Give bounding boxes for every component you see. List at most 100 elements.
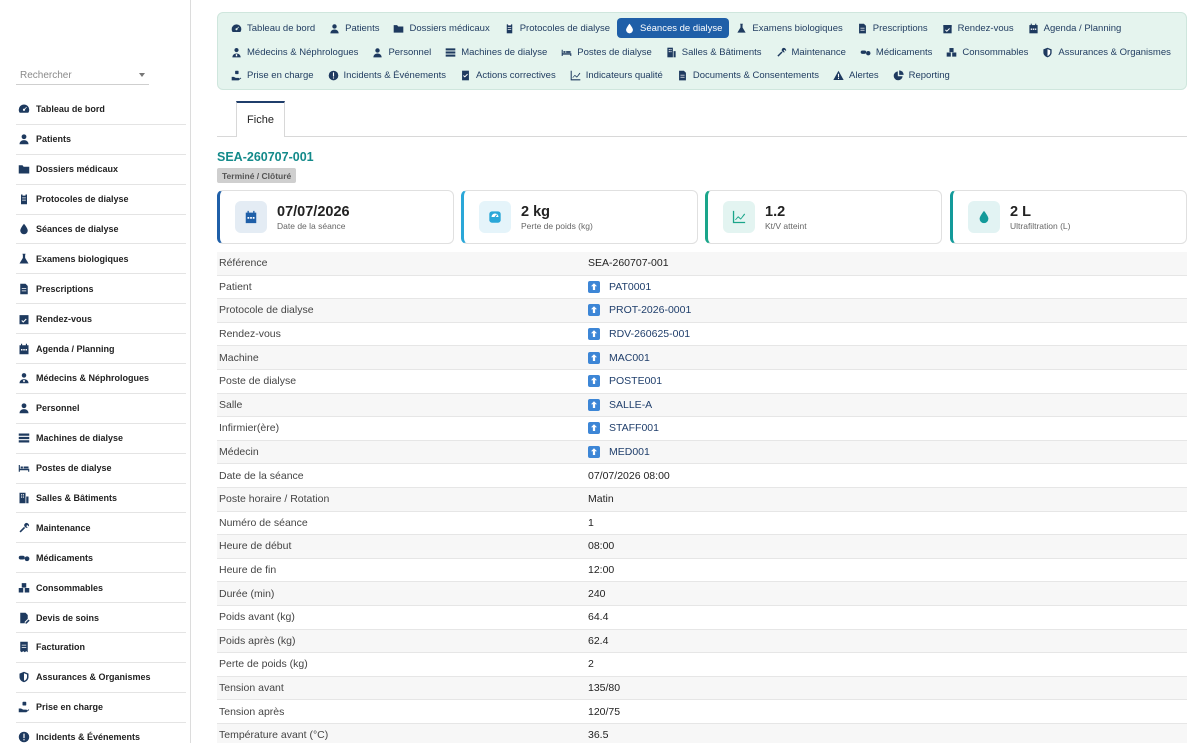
external-link-icon[interactable] [588, 351, 600, 364]
sidebar-item-patients[interactable]: Patients [16, 125, 186, 155]
sidebar-item-examens-biologiques[interactable]: Examens biologiques [16, 244, 186, 275]
server-icon [445, 47, 456, 58]
sidebar-item-salles-batiments[interactable]: Salles & Bâtiments [16, 484, 186, 514]
nav-item-actions-correctives[interactable]: Actions correctives [453, 65, 563, 85]
external-link-icon[interactable] [588, 375, 600, 388]
sidebar-item-postes-de-dialyse[interactable]: Postes de dialyse [16, 454, 186, 484]
detail-value-text[interactable]: PAT0001 [609, 281, 651, 293]
nav-item-dossiers-medicaux[interactable]: Dossiers médicaux [386, 18, 496, 38]
nav-item-maintenance[interactable]: Maintenance [769, 42, 853, 62]
sidebar-item-label: Prescriptions [36, 283, 94, 294]
detail-value-text[interactable]: MAC001 [609, 352, 650, 364]
external-link-icon[interactable] [588, 304, 600, 317]
sidebar-item-incidents-evenements[interactable]: Incidents & Événements [16, 723, 186, 743]
nav-item-incidents-evenements[interactable]: Incidents & Événements [321, 65, 453, 85]
sidebar-item-medecins-nephrologues[interactable]: Médecins & Néphrologues [16, 364, 186, 394]
top-navigation: Tableau de bord Patients Dossiers médicaux… [217, 12, 1187, 90]
detail-row: Durée (min) 240 [217, 582, 1187, 606]
nav-item-indicateurs-qualite[interactable]: Indicateurs qualité [563, 65, 670, 85]
external-link-icon[interactable] [588, 446, 600, 459]
external-link-icon[interactable] [588, 422, 600, 435]
external-link-icon[interactable] [588, 398, 600, 411]
nav-item-prescriptions[interactable]: Prescriptions [850, 18, 935, 38]
nav-item-examens-biologiques[interactable]: Examens biologiques [729, 18, 849, 38]
sidebar-item-tableau-de-bord[interactable]: Tableau de bord [16, 95, 186, 125]
nav-item-postes-de-dialyse[interactable]: Postes de dialyse [554, 42, 658, 62]
nav-item-consommables[interactable]: Consommables [939, 42, 1035, 62]
detail-link[interactable]: RDV-260625-001 [588, 328, 690, 341]
sidebar-item-personnel[interactable]: Personnel [16, 394, 186, 424]
sidebar-item-machines-de-dialyse[interactable]: Machines de dialyse [16, 424, 186, 454]
sidebar-item-rendez-vous[interactable]: Rendez-vous [16, 304, 186, 335]
detail-value-text: 120/75 [588, 705, 621, 718]
nav-item-personnel[interactable]: Personnel [365, 42, 438, 62]
sidebar-item-assurances-organismes[interactable]: Assurances & Organismes [16, 663, 186, 693]
chevron-down-icon[interactable] [139, 73, 145, 77]
sidebar-item-dossiers-medicaux[interactable]: Dossiers médicaux [16, 155, 186, 185]
detail-link[interactable]: PAT0001 [588, 280, 651, 293]
detail-value-text[interactable]: PROT-2026-0001 [609, 304, 691, 316]
detail-value-text[interactable]: STAFF001 [609, 422, 659, 434]
detail-value: 12:00 [588, 564, 614, 576]
nav-item-seances-de-dialyse[interactable]: Séances de dialyse [617, 18, 730, 38]
detail-value-text[interactable]: MED001 [609, 446, 650, 458]
detail-link[interactable]: STAFF001 [588, 422, 659, 435]
detail-value-text[interactable]: POSTE001 [609, 375, 662, 387]
sidebar-item-seances-de-dialyse[interactable]: Séances de dialyse [16, 215, 186, 245]
nav-item-agenda-planning[interactable]: Agenda / Planning [1021, 18, 1129, 38]
nav-item-machines-de-dialyse[interactable]: Machines de dialyse [438, 42, 554, 62]
chart-line-icon [570, 70, 581, 81]
sidebar-item-maintenance[interactable]: Maintenance [16, 513, 186, 544]
sidebar-item-prescriptions[interactable]: Prescriptions [16, 274, 186, 305]
external-link-icon[interactable] [588, 328, 600, 341]
sidebar: Tableau de bord Patients Dossiers médicaux… [0, 0, 191, 743]
detail-value-text[interactable]: SALLE-A [609, 399, 652, 411]
sidebar-item-label: Prise en charge [36, 702, 104, 713]
detail-value-text: Matin [588, 493, 614, 506]
nav-item-label: Machines de dialyse [461, 46, 548, 58]
sidebar-item-facturation[interactable]: Facturation [16, 633, 186, 663]
detail-label: Durée (min) [219, 587, 275, 600]
detail-value-text[interactable]: RDV-260625-001 [609, 328, 690, 340]
nav-item-assurances-organismes[interactable]: Assurances & Organismes [1035, 42, 1177, 62]
nav-item-patients[interactable]: Patients [322, 18, 386, 38]
nav-item-medicaments[interactable]: Médicaments [853, 42, 940, 62]
sidebar-item-devis-de-soins[interactable]: Devis de soins [16, 603, 186, 634]
stat-card-text: 07/07/2026 Date de la séance [277, 204, 350, 231]
nav-item-prise-en-charge[interactable]: Prise en charge [224, 65, 321, 85]
detail-row: Salle SALLE-A [217, 393, 1187, 418]
sidebar-item-consommables[interactable]: Consommables [16, 573, 186, 604]
sidebar-item-prise-en-charge[interactable]: Prise en charge [16, 693, 186, 723]
detail-value: 240 [588, 588, 606, 600]
nav-item-reporting[interactable]: Reporting [886, 65, 957, 85]
nav-item-label: Protocoles de dialyse [519, 22, 611, 34]
nav-item-tableau-de-bord[interactable]: Tableau de bord [224, 18, 322, 38]
detail-link[interactable]: PROT-2026-0001 [588, 304, 691, 317]
nav-item-documents-consentements[interactable]: Documents & Consentements [670, 65, 826, 85]
nav-item-label: Documents & Consentements [692, 69, 820, 81]
detail-label: Numéro de séance [219, 516, 308, 529]
sidebar-item-medicaments[interactable]: Médicaments [16, 543, 186, 574]
detail-link[interactable]: MED001 [588, 446, 650, 459]
nav-item-salles-batiments[interactable]: Salles & Bâtiments [659, 42, 769, 62]
search-select[interactable] [16, 66, 149, 85]
external-link-icon[interactable] [588, 280, 600, 293]
droplet-icon [18, 223, 30, 235]
detail-link[interactable]: SALLE-A [588, 398, 652, 411]
nav-item-alertes[interactable]: Alertes [826, 65, 886, 85]
nav-item-label: Salles & Bâtiments [681, 46, 762, 58]
nav-item-rendez-vous[interactable]: Rendez-vous [935, 18, 1021, 38]
sidebar-item-label: Facturation [36, 642, 86, 653]
nav-item-medecins-nephrologues[interactable]: Médecins & Néphrologues [224, 42, 365, 62]
tab-fiche[interactable]: Fiche [236, 101, 285, 137]
detail-link[interactable]: MAC001 [588, 351, 650, 364]
nav-item-label: Postes de dialyse [577, 46, 652, 58]
detail-row: Infirmier(ère) STAFF001 [217, 417, 1187, 441]
nav-item-protocoles-de-dialyse[interactable]: Protocoles de dialyse [497, 18, 617, 38]
sidebar-item-protocoles-de-dialyse[interactable]: Protocoles de dialyse [16, 185, 186, 215]
nav-item-label: Indicateurs qualité [585, 69, 663, 81]
sidebar-item-agenda-planning[interactable]: Agenda / Planning [16, 334, 186, 365]
calendar-icon [235, 201, 267, 233]
search-input[interactable] [16, 66, 136, 84]
detail-link[interactable]: POSTE001 [588, 375, 662, 388]
